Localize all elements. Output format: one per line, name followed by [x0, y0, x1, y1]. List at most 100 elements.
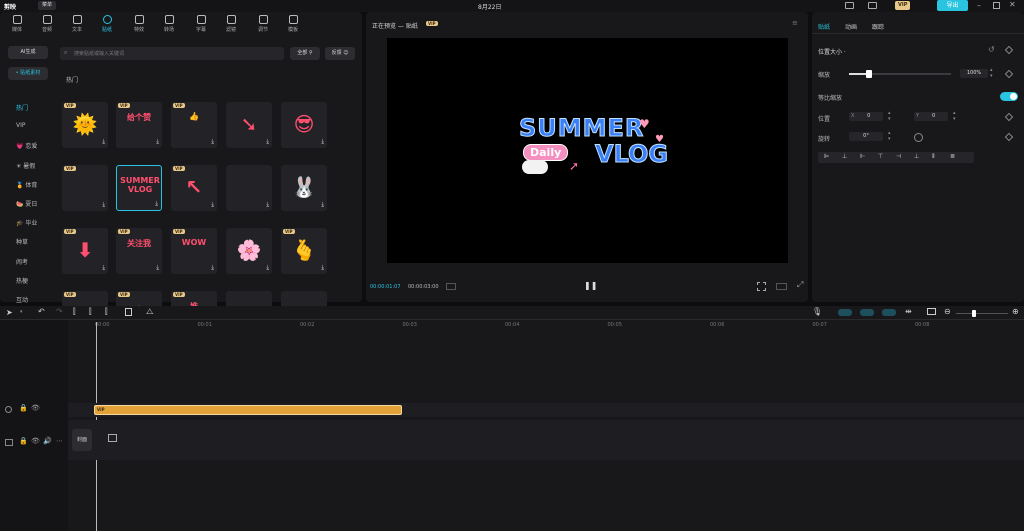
fit-icon[interactable]	[927, 308, 936, 315]
sunglasses-face-sticker[interactable]: 😎 ⤓	[281, 102, 327, 148]
inspector-tab[interactable]: 跟踪	[872, 22, 884, 31]
ratio-toggle-icon[interactable]	[776, 283, 787, 290]
track-thumbnail-icon[interactable]	[5, 439, 13, 446]
download-icon[interactable]: ⤓	[156, 138, 159, 146]
undo-icon[interactable]: ↶	[38, 307, 45, 316]
distribute-h-icon[interactable]: ⫴	[932, 153, 935, 161]
pink-text-sticker[interactable]: VIP 👍 ⤓	[171, 102, 217, 148]
red-arrow-sticker[interactable]: ➘ ⤓	[226, 102, 272, 148]
tool-4[interactable]: 特效	[126, 15, 152, 33]
inspector-tab[interactable]: 贴纸	[818, 22, 830, 31]
position-y-stepper[interactable]: ▴ ▾	[953, 110, 956, 122]
category-item[interactable]: 🏅 体育	[16, 180, 56, 189]
layout-icon[interactable]	[845, 2, 854, 9]
download-icon[interactable]: ⤓	[102, 264, 105, 272]
tool-2[interactable]: 文本	[64, 15, 90, 33]
flower-sticker[interactable]: 🌸 ⤓	[226, 228, 272, 274]
ai-generate-button[interactable]: AI生成	[8, 46, 48, 59]
sun-sticker[interactable]: VIP 🌞 ⤓	[62, 102, 108, 148]
close-icon[interactable]: ✕	[1009, 0, 1016, 9]
auto-snap-icon[interactable]	[860, 309, 874, 316]
download-icon[interactable]: ⤓	[156, 264, 159, 272]
download-icon[interactable]: ⤓	[266, 264, 269, 272]
download-icon[interactable]: ⤓	[211, 138, 214, 146]
sticker-material-tab[interactable]: • 贴纸素材	[8, 67, 48, 80]
search-box[interactable]: ⌕ 搜索贴纸或输入关键词	[60, 47, 284, 60]
scale-keyframe-icon[interactable]	[1004, 69, 1014, 79]
download-icon[interactable]: ⤓	[321, 138, 324, 146]
download-icon[interactable]: ⤓	[321, 201, 324, 209]
screenshot-icon[interactable]	[757, 282, 766, 291]
menu-icon[interactable]: ≡	[792, 19, 798, 27]
zoom-in-icon[interactable]: ⊕	[1012, 307, 1019, 316]
zoom-slider[interactable]	[956, 310, 1008, 317]
tool-5[interactable]: 转场	[156, 15, 182, 33]
inspector-tab[interactable]: 动画	[845, 22, 857, 31]
mic-icon[interactable]: 🎙	[812, 307, 822, 316]
scale-stepper[interactable]: ▴ ▾	[990, 67, 993, 79]
preview-canvas[interactable]: SUMMER ♥ Daily VLOG ➚ ♥	[387, 38, 788, 263]
position-y-field[interactable]: Y0	[914, 112, 948, 121]
select-tool-dropdown-icon[interactable]: ▾	[20, 309, 23, 315]
sticker-clip[interactable]: VIP	[94, 405, 402, 415]
download-icon[interactable]: ⤓	[211, 201, 214, 209]
heart-hand-sticker[interactable]: VIP 🫰 ⤓	[281, 228, 327, 274]
category-item[interactable]: 🍉 夏日	[16, 199, 56, 208]
select-tool-icon[interactable]: ➤	[6, 308, 13, 317]
align-right-icon[interactable]: ⊩	[860, 153, 865, 160]
guan-zhu-wo-sticker[interactable]: VIP 关注我 ⤓	[116, 228, 162, 274]
category-item[interactable]: 热梗	[16, 276, 56, 285]
vip-badge[interactable]: VIP	[895, 1, 911, 10]
down-arrow-sticker[interactable]: VIP ⬇ ⤓	[62, 228, 108, 274]
align-center-h-icon[interactable]: ⊥	[842, 153, 847, 160]
tool-6[interactable]: 字幕	[188, 15, 214, 33]
scale-value-field[interactable]: 100%	[960, 69, 988, 78]
split-left-icon[interactable]: ⫿	[89, 307, 92, 317]
align-bottom-icon[interactable]: ⊥	[914, 153, 919, 160]
main-track-visible-icon[interactable]: 👁	[31, 437, 40, 445]
ratio-icon[interactable]	[446, 283, 456, 290]
main-track-lock-icon[interactable]: 🔒	[19, 437, 28, 445]
download-icon[interactable]: ⤓	[102, 201, 105, 209]
zoom-out-icon[interactable]: ⊖	[944, 307, 951, 316]
rotate-stepper[interactable]: ▴ ▾	[888, 130, 891, 142]
align-left-icon[interactable]: ⊫	[824, 153, 829, 160]
menu-button[interactable]: 菜单	[38, 1, 57, 10]
feedback-button[interactable]: 反馈 ☺	[325, 47, 355, 60]
mirror-icon[interactable]: ⧍	[146, 307, 153, 317]
category-item[interactable]: ☀ 暑假	[16, 161, 56, 170]
distribute-v-icon[interactable]: ≣	[950, 153, 955, 160]
main-track-magnet-icon[interactable]	[838, 309, 852, 316]
keyframe-icon[interactable]	[1004, 45, 1014, 55]
category-item[interactable]: 闹考	[16, 257, 56, 266]
summer-vlog-sticker[interactable]: SUMMER VLOG ⤓	[116, 165, 162, 211]
track-lock-icon[interactable]: 🔒	[19, 404, 28, 412]
download-icon[interactable]: ⤓	[102, 138, 105, 146]
position-keyframe-icon[interactable]	[1004, 112, 1014, 122]
rotate-keyframe-icon[interactable]	[1004, 132, 1014, 142]
download-icon[interactable]: ⤓	[155, 200, 158, 208]
tool-9[interactable]: 模板	[280, 15, 306, 33]
sparkle-sticker[interactable]: ⤓	[226, 165, 272, 211]
main-track-more-icon[interactable]: ⋯	[56, 437, 63, 445]
uniform-scale-toggle[interactable]	[1000, 92, 1018, 101]
linkage-icon[interactable]	[882, 309, 896, 316]
align-top-icon[interactable]: ⊤	[878, 153, 883, 160]
fullscreen-icon[interactable]: ⤢	[797, 280, 803, 290]
delete-icon[interactable]	[125, 308, 132, 316]
download-icon[interactable]: ⤓	[211, 264, 214, 272]
category-item[interactable]: VIP	[16, 122, 56, 129]
track-hide-icon[interactable]	[5, 406, 12, 413]
category-item[interactable]: 热门	[16, 103, 56, 112]
main-track-audio-icon[interactable]: 🔊	[43, 437, 52, 445]
cursor-arrow-sticker[interactable]: VIP ↖ ⤓	[171, 165, 217, 211]
timeline-ruler[interactable]: 00:00 00:01 00:02 00:03 00:04 00:05 00:06 00:07…	[92, 320, 1024, 332]
pause-button[interactable]: ❚❚	[584, 281, 597, 290]
wow-sticker[interactable]: VIP WOW ⤓	[171, 228, 217, 274]
tool-3[interactable]: 贴纸	[94, 15, 120, 33]
category-item[interactable]: 💗 恋爱	[16, 141, 56, 150]
tool-0[interactable]: 媒体	[4, 15, 30, 33]
position-x-stepper[interactable]: ▴ ▾	[888, 110, 891, 122]
split-icon[interactable]: ⫿	[73, 307, 76, 317]
split-right-icon[interactable]: ⫿	[105, 307, 108, 317]
